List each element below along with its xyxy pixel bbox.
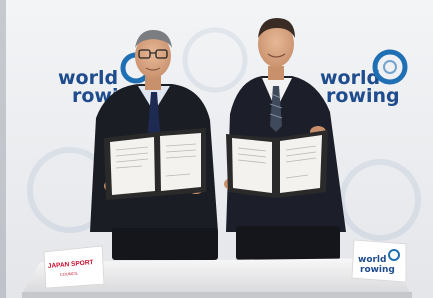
backdrop-logo-right-line2: rowing xyxy=(326,85,400,107)
signing-ceremony-photo: world rowing world rowing JAPAN SPORT CO… xyxy=(0,0,433,298)
document-folder-right xyxy=(226,130,328,198)
name-card-right-line1: world xyxy=(358,255,386,265)
person-left-neck xyxy=(145,76,161,90)
document-right-page1 xyxy=(232,138,272,193)
left-edge-shadow xyxy=(0,0,6,298)
chair-left xyxy=(112,228,218,260)
document-right-page2 xyxy=(280,135,322,193)
name-card-left: JAPAN SPORT COUNCIL xyxy=(43,245,105,289)
table-edge xyxy=(22,292,412,298)
document-left-page2 xyxy=(160,133,201,191)
photo-scene: world rowing world rowing JAPAN SPORT CO… xyxy=(0,0,433,298)
chair-right xyxy=(236,226,340,260)
person-right-neck xyxy=(268,66,284,80)
document-folder-left xyxy=(104,128,206,200)
name-card-right-line2: rowing xyxy=(360,265,395,275)
document-left-page1 xyxy=(110,137,155,195)
name-card-right: world rowing xyxy=(351,239,407,283)
